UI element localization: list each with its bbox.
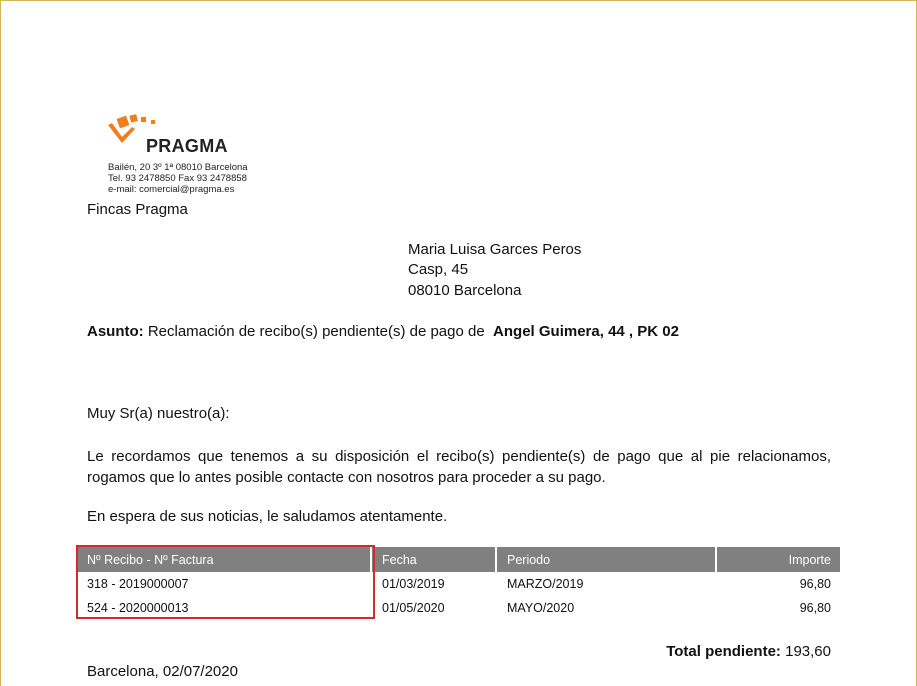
header-period: Periodo bbox=[497, 547, 717, 572]
subject-line: Asunto: Reclamación de recibo(s) pendien… bbox=[87, 323, 679, 340]
subject-property: Angel Guimera, 44 , PK 02 bbox=[493, 323, 679, 340]
header-amount: Importe bbox=[717, 547, 840, 572]
header-date: Fecha bbox=[372, 547, 497, 572]
greeting: Muy Sr(a) nuestro(a): bbox=[87, 405, 230, 422]
cell-period: MAYO/2020 bbox=[507, 601, 575, 615]
company-email: e-mail: comercial@pragma.es bbox=[108, 184, 235, 195]
cell-amount: 96,80 bbox=[799, 601, 831, 615]
recipient-name: Maria Luisa Garces Peros bbox=[408, 241, 582, 258]
company-logo: PRAGMA Bailén, 20 3º 1ª 08010 Barcelona … bbox=[108, 113, 268, 201]
subject-text: Reclamación de recibo(s) pendiente(s) de… bbox=[147, 323, 485, 340]
total-pending: Total pendiente: 193,60 bbox=[666, 643, 831, 660]
cell-period: MARZO/2019 bbox=[507, 577, 584, 591]
total-value: 193,60 bbox=[785, 643, 831, 660]
body-paragraph: Le recordamos que tenemos a su disposici… bbox=[87, 448, 831, 486]
company-phone: Tel. 93 2478850 Fax 93 2478858 bbox=[108, 173, 247, 184]
recipient-street: Casp, 45 bbox=[408, 261, 469, 278]
receipt-column-highlight bbox=[76, 545, 375, 619]
subject-label: Asunto: bbox=[87, 323, 144, 340]
cell-date: 01/05/2020 bbox=[382, 601, 445, 615]
company-address: Bailén, 20 3º 1ª 08010 Barcelona bbox=[108, 162, 248, 173]
recipient-city: 08010 Barcelona bbox=[408, 282, 522, 299]
sender-name: Fincas Pragma bbox=[87, 201, 188, 218]
place-date: Barcelona, 02/07/2020 bbox=[87, 663, 238, 680]
cell-date: 01/03/2019 bbox=[382, 577, 445, 591]
logo-wordmark: PRAGMA bbox=[146, 136, 228, 156]
total-label: Total pendiente: bbox=[666, 643, 781, 660]
closing: En espera de sus noticias, le saludamos … bbox=[87, 508, 448, 525]
cell-amount: 96,80 bbox=[799, 577, 831, 591]
